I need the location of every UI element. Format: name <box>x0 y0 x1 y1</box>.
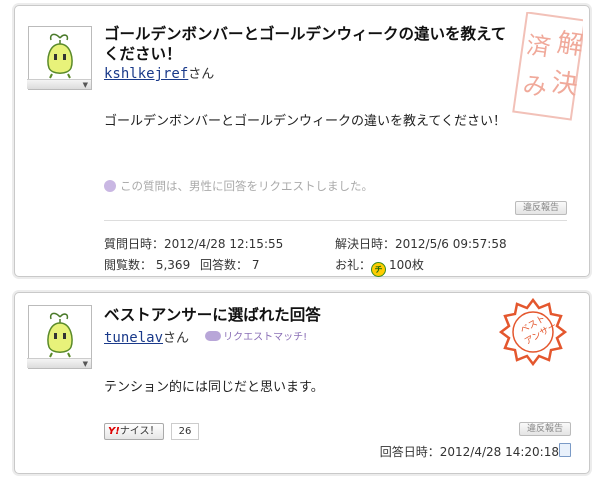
view-count: 閲覧数： 5,369 <box>104 256 190 273</box>
request-note: この質問は、男性に回答をリクエストしました。 <box>104 178 373 194</box>
yahoo-logo-icon: Y! <box>108 426 120 437</box>
answered-date-label: 回答日時： <box>379 445 440 459</box>
honorific: さん <box>188 67 215 82</box>
answer-count-value: 7 <box>251 258 260 272</box>
chevron-down-icon: ▼ <box>82 360 88 368</box>
answerer-line: tunelavさん リクエストマッチ! <box>104 330 309 347</box>
request-match-badge: リクエストマッチ! <box>203 330 309 346</box>
people-request-icon <box>104 180 116 192</box>
questioner-avatar[interactable]: ▼ <box>27 26 92 90</box>
asked-date-value: 2012/4/28 12:15:55 <box>164 237 284 251</box>
view-count-value: 5,369 <box>155 258 191 272</box>
questioner-username-link[interactable]: kshlkejref <box>104 66 188 82</box>
document-icon[interactable] <box>559 443 571 457</box>
question-report-button[interactable]: 違反報告 <box>515 201 567 215</box>
view-count-label: 閲覧数： <box>104 258 153 272</box>
question-body: ゴールデンボンバーとゴールデンウィークの違いを教えてください！ <box>104 114 506 129</box>
asked-date: 質問日時：2012/4/28 12:15:55 <box>104 235 283 252</box>
chevron-down-icon: ▼ <box>82 81 88 89</box>
svg-text:み: み <box>521 71 549 102</box>
request-note-text: この質問は、男性に回答をリクエストしました。 <box>120 179 373 193</box>
asked-date-label: 質問日時： <box>104 237 165 251</box>
avatar-menu-toggle[interactable]: ▼ <box>27 79 91 89</box>
best-answer-heading: ベストアンサーに選ばれた回答 <box>104 306 321 324</box>
nice-count: 26 <box>171 423 199 440</box>
reward-value: 100枚 <box>389 258 424 272</box>
solved-date: 解決日時：2012/5/6 09:57:58 <box>335 235 507 252</box>
avatar-menu-toggle[interactable]: ▼ <box>27 358 91 368</box>
nice-button[interactable]: Y!ナイス！ <box>104 423 164 440</box>
answerer-avatar[interactable]: ▼ <box>27 305 92 369</box>
question-card: 解 済 決 み ▼ ゴールデンボンバーとゴールデンウィークの違いを教えてください… <box>14 5 590 277</box>
svg-text:決: 決 <box>550 68 580 101</box>
sprout-character-icon <box>47 33 73 79</box>
sprout-character-icon <box>47 312 73 358</box>
svg-text:解: 解 <box>555 28 583 61</box>
reward: お礼：チ 100枚 <box>335 256 424 277</box>
solved-date-value: 2012/5/6 09:57:58 <box>395 237 507 251</box>
meta-divider <box>104 220 567 221</box>
answerer-username-link[interactable]: tunelav <box>104 330 163 346</box>
question-title: ゴールデンボンバーとゴールデンウィークの違いを教えてください！ <box>104 25 507 63</box>
best-answer-body: テンション的には同じだと思います。 <box>104 380 324 395</box>
chiebukuro-coin-icon: チ <box>371 262 387 277</box>
reward-label: お礼： <box>335 258 372 272</box>
answer-count: 回答数： 7 <box>200 256 259 273</box>
solved-date-label: 解決日時： <box>335 237 396 251</box>
answer-report-button[interactable]: 違反報告 <box>519 422 571 436</box>
request-match-text: リクエストマッチ! <box>223 332 308 343</box>
answered-date-value: 2012/4/28 14:20:18 <box>439 445 559 459</box>
svg-text:済: 済 <box>525 31 553 62</box>
honorific: さん <box>163 331 190 346</box>
nice-label: ナイス！ <box>119 426 160 437</box>
answered-date: 回答日時：2012/4/28 14:20:18 <box>380 443 559 460</box>
answer-count-label: 回答数： <box>200 258 249 272</box>
best-answer-card: ベスト アンサー ▼ ベストアンサーに選ばれた回答 tunelavさん リクエス… <box>14 292 590 474</box>
questioner-line: kshlkejrefさん <box>104 66 214 83</box>
people-request-icon <box>205 331 222 341</box>
